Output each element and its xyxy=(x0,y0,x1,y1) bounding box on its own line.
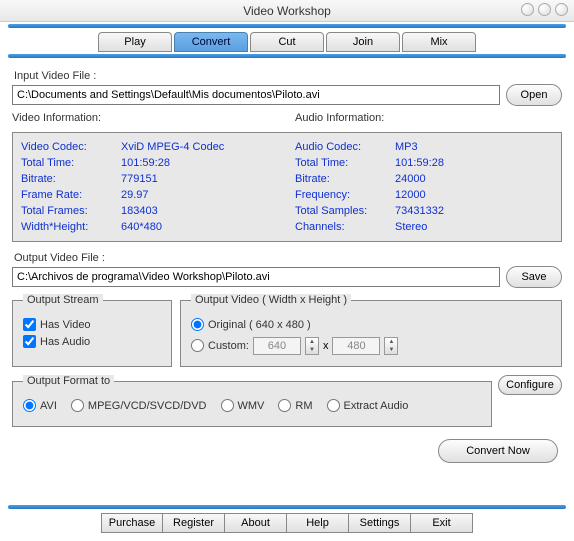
format-mpeg-radio[interactable]: MPEG/VCD/SVCD/DVD xyxy=(71,399,207,412)
help-button[interactable]: Help xyxy=(287,513,349,533)
output-stream-group: Output Stream Has Video Has Audio xyxy=(12,294,172,367)
output-dimensions-legend: Output Video ( Width x Height ) xyxy=(191,294,351,306)
output-stream-legend: Output Stream xyxy=(23,294,103,306)
tab-cut[interactable]: Cut xyxy=(250,32,324,52)
video-info: Video Codec:XviD MPEG-4 Codec Total Time… xyxy=(21,139,279,235)
tab-mix[interactable]: Mix xyxy=(402,32,476,52)
footer-bar: Purchase Register About Help Settings Ex… xyxy=(0,513,574,533)
output-format-legend: Output Format to xyxy=(23,375,114,387)
format-avi-radio[interactable]: AVI xyxy=(23,399,57,412)
format-rm-radio[interactable]: RM xyxy=(278,399,312,412)
audio-info-header: Audio Information: xyxy=(295,112,562,124)
has-video-checkbox[interactable]: Has Video xyxy=(23,318,161,331)
input-file-field[interactable] xyxy=(12,85,500,105)
configure-button[interactable]: Configure xyxy=(498,375,562,395)
info-panel: Video Codec:XviD MPEG-4 Codec Total Time… xyxy=(12,132,562,242)
exit-button[interactable]: Exit xyxy=(411,513,473,533)
width-field[interactable] xyxy=(253,337,301,355)
convert-now-button[interactable]: Convert Now xyxy=(438,439,558,463)
minimize-icon[interactable] xyxy=(521,3,534,16)
width-stepper[interactable]: ▲▼ xyxy=(305,337,319,355)
window-controls xyxy=(521,3,568,16)
format-wmv-radio[interactable]: WMV xyxy=(221,399,265,412)
close-icon[interactable] xyxy=(555,3,568,16)
register-button[interactable]: Register xyxy=(163,513,225,533)
maximize-icon[interactable] xyxy=(538,3,551,16)
about-button[interactable]: About xyxy=(225,513,287,533)
has-audio-checkbox[interactable]: Has Audio xyxy=(23,335,161,348)
divider xyxy=(8,54,566,58)
divider xyxy=(8,505,566,509)
window-title: Video Workshop xyxy=(243,4,331,18)
input-file-label: Input Video File : xyxy=(14,70,560,82)
height-field[interactable] xyxy=(332,337,380,355)
save-button[interactable]: Save xyxy=(506,266,562,288)
custom-size-radio[interactable]: Custom: xyxy=(191,339,249,352)
main-tabs: Play Convert Cut Join Mix xyxy=(0,32,574,52)
audio-info: Audio Codec:MP3 Total Time:101:59:28 Bit… xyxy=(295,139,553,235)
x-label: x xyxy=(323,340,329,352)
format-extract-audio-radio[interactable]: Extract Audio xyxy=(327,399,409,412)
video-info-header: Video Information: xyxy=(12,112,279,124)
divider xyxy=(8,24,566,28)
output-format-group: Output Format to AVI MPEG/VCD/SVCD/DVD W… xyxy=(12,375,492,427)
titlebar: Video Workshop xyxy=(0,0,574,22)
output-file-field[interactable] xyxy=(12,267,500,287)
tab-join[interactable]: Join xyxy=(326,32,400,52)
original-size-radio[interactable]: Original ( 640 x 480 ) xyxy=(191,318,551,331)
height-stepper[interactable]: ▲▼ xyxy=(384,337,398,355)
purchase-button[interactable]: Purchase xyxy=(101,513,163,533)
open-button[interactable]: Open xyxy=(506,84,562,106)
settings-button[interactable]: Settings xyxy=(349,513,411,533)
tab-play[interactable]: Play xyxy=(98,32,172,52)
output-dimensions-group: Output Video ( Width x Height ) Original… xyxy=(180,294,562,367)
tab-convert[interactable]: Convert xyxy=(174,32,248,52)
output-file-label: Output Video File : xyxy=(14,252,560,264)
